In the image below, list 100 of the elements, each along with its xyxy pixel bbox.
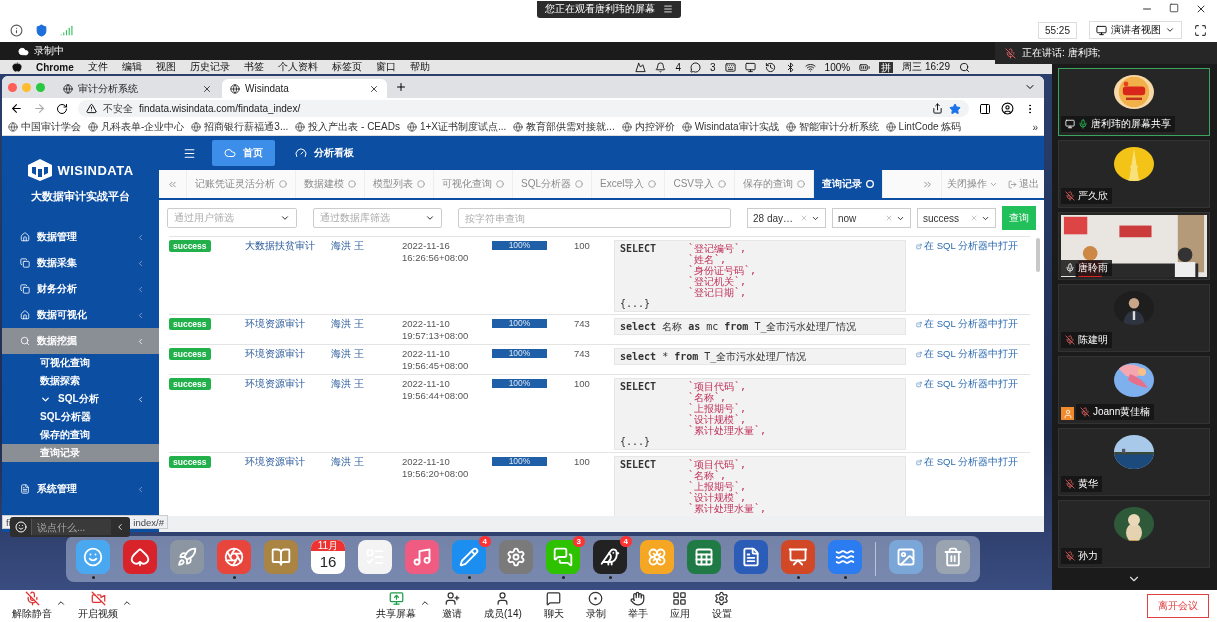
- clock-icon[interactable]: [764, 61, 776, 73]
- slides-icon[interactable]: [781, 539, 815, 574]
- menu-bar-item[interactable]: 历史记录: [189, 60, 230, 74]
- address-bar[interactable]: 不安全 findata.wisindata.com/findata_index/: [78, 100, 969, 117]
- keyboard-icon[interactable]: [724, 61, 736, 73]
- star-icon[interactable]: [949, 102, 961, 115]
- submenu-item[interactable]: SQL分析器: [2, 408, 159, 426]
- more-bookmarks[interactable]: »: [1032, 121, 1038, 133]
- close-icon[interactable]: [202, 83, 212, 94]
- bookmark[interactable]: 内控评价: [621, 120, 675, 134]
- share-icon[interactable]: [932, 103, 943, 114]
- pencil-icon[interactable]: [452, 539, 486, 574]
- checklist-icon[interactable]: [358, 539, 392, 574]
- project-cell[interactable]: 环境资源审计: [245, 456, 321, 469]
- page-tab[interactable]: 可视化查询: [434, 170, 513, 198]
- filter-select[interactable]: success: [917, 208, 996, 228]
- toolbar-button[interactable]: 共享屏幕: [372, 591, 420, 621]
- caret-button[interactable]: [122, 598, 132, 608]
- open-in-analyzer-link[interactable]: 在 SQL 分析器中打开: [916, 348, 1018, 361]
- search-icon[interactable]: [959, 61, 970, 73]
- trash-icon[interactable]: [936, 539, 970, 574]
- participant-tile[interactable]: 陈建明: [1058, 284, 1210, 352]
- leave-meeting-button[interactable]: 离开会议: [1147, 594, 1209, 618]
- collapse-icon[interactable]: [115, 522, 125, 532]
- page-tab[interactable]: 查询记录: [814, 170, 884, 198]
- maximize-icon[interactable]: [1169, 3, 1179, 13]
- menu-icon[interactable]: [183, 146, 196, 160]
- document-icon[interactable]: [734, 539, 768, 574]
- open-in-analyzer-link[interactable]: 在 SQL 分析器中打开: [916, 240, 1018, 253]
- submenu-item[interactable]: 保存的查询: [2, 426, 159, 444]
- scrollbar-thumb[interactable]: [1036, 238, 1040, 272]
- project-cell[interactable]: 环境资源审计: [245, 318, 321, 331]
- aperture-icon[interactable]: [217, 539, 251, 574]
- menu-bar-item[interactable]: 个人资料: [277, 60, 318, 74]
- toolbar-button[interactable]: 开启视频: [74, 591, 122, 621]
- page-tab[interactable]: 模型列表: [365, 170, 434, 198]
- toolbar-button[interactable]: 举手: [623, 591, 652, 621]
- browser-tab[interactable]: Wisindata: [222, 79, 387, 98]
- menu-bar-item[interactable]: Chrome: [36, 61, 74, 73]
- bell-icon[interactable]: [655, 61, 667, 73]
- project-cell[interactable]: 大数据扶贫审计: [245, 240, 321, 253]
- flower-icon[interactable]: [640, 539, 674, 574]
- smiley-face-icon[interactable]: [76, 539, 110, 574]
- logout-button[interactable]: 退出: [1003, 170, 1044, 198]
- open-in-analyzer-link[interactable]: 在 SQL 分析器中打开: [916, 456, 1018, 469]
- submenu-item[interactable]: SQL分析: [2, 390, 159, 408]
- menu-bar-item[interactable]: 视图: [155, 60, 176, 74]
- filter-select[interactable]: now: [832, 208, 911, 228]
- spreadsheet-icon[interactable]: [687, 539, 721, 574]
- shield-icon[interactable]: [35, 23, 48, 37]
- menu-bar-item[interactable]: 帮助: [409, 60, 430, 74]
- fullscreen-icon[interactable]: [1194, 23, 1207, 37]
- emoji-icon[interactable]: [15, 521, 27, 533]
- book-icon[interactable]: [264, 539, 298, 574]
- project-cell[interactable]: 环境资源审计: [245, 378, 321, 391]
- submenu-item[interactable]: 可视化查询: [2, 354, 159, 372]
- music-note-icon[interactable]: [405, 539, 439, 574]
- participant-tile[interactable]: 严久欣: [1058, 140, 1210, 208]
- toolbar-button[interactable]: 解除静音: [8, 591, 56, 621]
- mountain-icon[interactable]: [635, 61, 647, 73]
- bird-icon[interactable]: [593, 539, 627, 574]
- waves-icon[interactable]: [828, 539, 862, 574]
- info-icon[interactable]: [10, 23, 23, 37]
- page-tab[interactable]: 记账凭证灵活分析: [187, 170, 296, 198]
- view-button[interactable]: 演讲者视图: [1089, 21, 1182, 39]
- profile-icon[interactable]: [1001, 102, 1014, 115]
- menu-bar-item[interactable]: 编辑: [121, 60, 142, 74]
- monitor-icon[interactable]: [744, 61, 756, 73]
- menu-item[interactable]: 财务分析: [2, 276, 159, 302]
- caret-button[interactable]: [420, 598, 430, 608]
- project-cell[interactable]: 环境资源审计: [245, 348, 321, 361]
- comment-field[interactable]: 说点什么...: [31, 519, 111, 535]
- toolbar-button[interactable]: 成员(14): [480, 591, 526, 621]
- close-actions-button[interactable]: 关闭操作: [942, 170, 1003, 198]
- bookmark[interactable]: 中国审计学会: [8, 120, 81, 134]
- toolbar-button[interactable]: 设置: [707, 591, 736, 621]
- participant-tile[interactable]: Joann黄佳楠: [1058, 356, 1210, 424]
- menu-icon[interactable]: [662, 4, 673, 14]
- back-icon[interactable]: [10, 102, 23, 115]
- participant-tile[interactable]: 唐利玮的屏幕共享: [1058, 68, 1210, 136]
- toolbar-button[interactable]: 邀请: [438, 591, 466, 621]
- reload-icon[interactable]: [56, 102, 68, 115]
- menu-bar-item[interactable]: 标签页: [331, 60, 362, 74]
- caret-button[interactable]: [56, 598, 66, 608]
- menu-item[interactable]: 数据可视化: [2, 302, 159, 328]
- browser-tab[interactable]: 审计分析系统: [55, 79, 220, 98]
- gear-icon[interactable]: [499, 539, 533, 574]
- open-in-analyzer-link[interactable]: 在 SQL 分析器中打开: [916, 318, 1018, 331]
- participant-tile[interactable]: 唐聆雨: [1058, 212, 1210, 280]
- wifi-icon[interactable]: [804, 61, 816, 73]
- close-icon[interactable]: [369, 83, 379, 94]
- page-tab[interactable]: Excel导入: [592, 170, 666, 198]
- battery-icon[interactable]: [859, 61, 871, 73]
- participant-tile[interactable]: 孙力: [1058, 500, 1210, 568]
- rocket-icon[interactable]: [170, 539, 204, 574]
- menu-bar-item[interactable]: 书签: [243, 60, 264, 74]
- apple-icon[interactable]: [12, 62, 22, 72]
- menu-bar-item[interactable]: 窗口: [375, 60, 396, 74]
- open-in-analyzer-link[interactable]: 在 SQL 分析器中打开: [916, 378, 1018, 391]
- search-field[interactable]: 按字符串查询: [458, 208, 731, 228]
